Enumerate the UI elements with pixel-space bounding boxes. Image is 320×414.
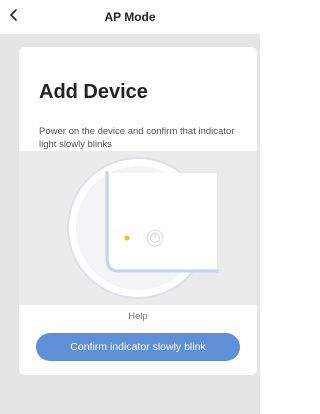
help-link[interactable]: Help bbox=[19, 311, 257, 322]
device-illustration bbox=[19, 151, 257, 305]
page-background: Add Device Power on the device and confi… bbox=[0, 34, 260, 414]
device-graphic bbox=[67, 157, 219, 299]
add-device-card: Add Device Power on the device and confi… bbox=[19, 47, 257, 375]
card-title: Add Device bbox=[39, 81, 148, 103]
page-title: AP Mode bbox=[104, 10, 156, 24]
confirm-indicator-button[interactable]: Confirm indicator slowly blink bbox=[36, 333, 240, 361]
nav-bar: AP Mode bbox=[0, 0, 260, 34]
card-description: Power on the device and confirm that ind… bbox=[39, 126, 235, 150]
indicator-light bbox=[124, 235, 130, 241]
